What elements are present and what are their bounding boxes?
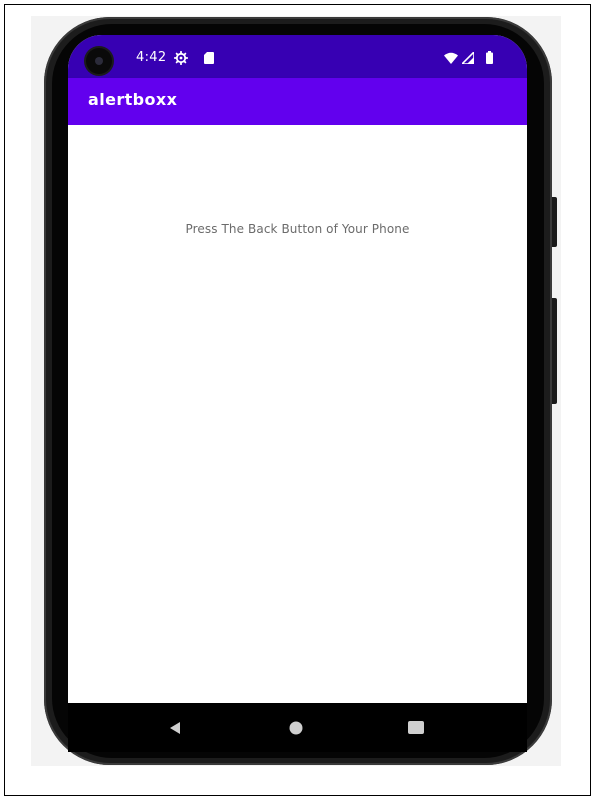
app-bar: alertboxx (68, 78, 527, 125)
sd-card-icon (204, 52, 214, 64)
navigation-bar (68, 703, 527, 752)
front-camera-icon (86, 48, 112, 74)
instruction-text: Press The Back Button of Your Phone (185, 222, 410, 236)
phone-screen: 4:42 alertboxx Press The Back Button of … (68, 35, 527, 752)
status-bar: 4:42 (68, 35, 527, 78)
signal-icon (462, 52, 474, 64)
battery-icon (486, 51, 493, 64)
volume-button[interactable] (552, 298, 557, 404)
main-content: Press The Back Button of Your Phone (68, 125, 527, 703)
power-button[interactable] (552, 197, 557, 247)
app-title: alertboxx (88, 90, 178, 109)
wifi-icon (444, 52, 458, 64)
recents-icon[interactable] (408, 721, 424, 734)
home-icon[interactable] (289, 721, 303, 735)
status-time: 4:42 (136, 50, 167, 65)
back-icon[interactable] (168, 721, 182, 735)
gear-icon (174, 51, 188, 65)
